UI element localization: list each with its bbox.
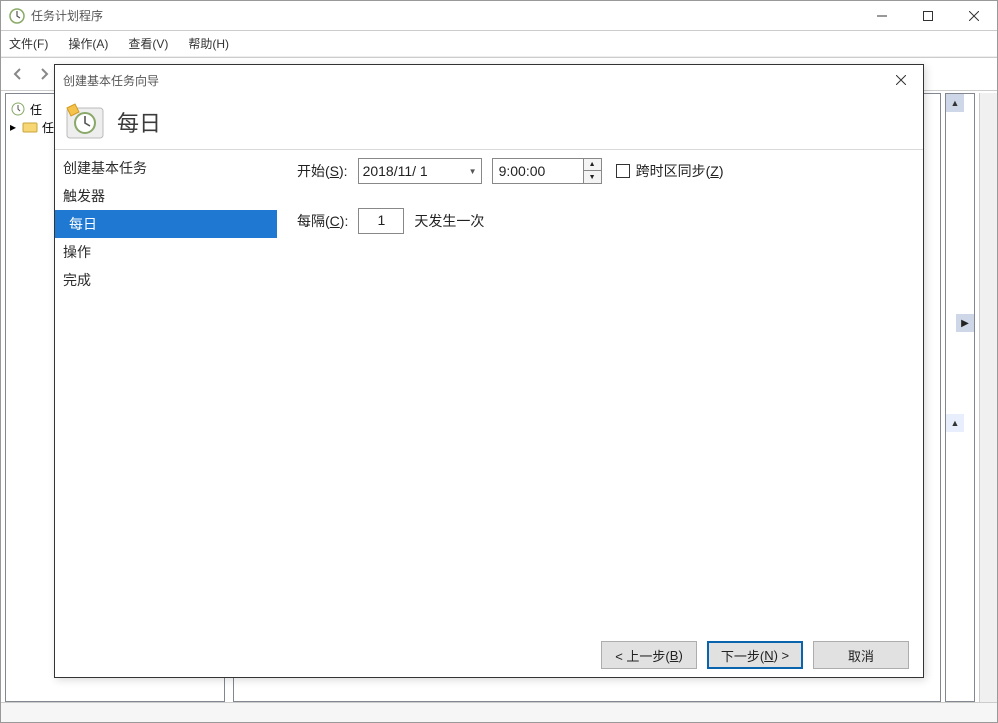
recur-days-input[interactable]: 1 (358, 208, 404, 234)
wizard-nav: 创建基本任务 触发器 每日 操作 完成 (55, 150, 277, 633)
actions-scroll-right[interactable]: ▶ (956, 314, 974, 332)
wizard-header: 每日 (55, 95, 923, 149)
time-spin-down[interactable]: ▼ (584, 171, 601, 183)
tree-library-label: 任 (42, 119, 54, 136)
outer-statusbar (1, 702, 997, 722)
nav-step-trigger[interactable]: 触发器 (55, 182, 277, 210)
minimize-icon (877, 11, 887, 21)
start-date-picker[interactable]: 2018/11/ 1 ▼ (358, 158, 482, 184)
nav-step-daily[interactable]: 每日 (55, 210, 277, 238)
time-spin-up[interactable]: ▲ (584, 159, 601, 171)
create-basic-task-wizard: 创建基本任务向导 每日 创建基本任务 触发器 每日 操作 完成 开始(S): (54, 64, 924, 678)
maximize-icon (923, 11, 933, 21)
menu-file[interactable]: 文件(F) (9, 35, 48, 52)
actions-pane: ▲ ▶ ▲ (945, 93, 975, 702)
recur-suffix: 天发生一次 (414, 211, 484, 231)
outer-menubar: 文件(F) 操作(A) 查看(V) 帮助(H) (1, 31, 997, 57)
menu-view[interactable]: 查看(V) (128, 35, 168, 52)
outer-title-text: 任务计划程序 (31, 7, 859, 24)
back-button[interactable]: < 上一步(B) (601, 641, 697, 669)
menu-action[interactable]: 操作(A) (68, 35, 108, 52)
nav-step-finish[interactable]: 完成 (55, 266, 277, 294)
tree-expand-icon[interactable]: ▸ (10, 120, 22, 134)
start-label: 开始(S): (297, 161, 348, 181)
sync-timezones-label: 跨时区同步(Z) (636, 161, 724, 181)
clock-icon (10, 101, 26, 117)
arrow-left-icon (10, 66, 26, 82)
toolbar-forward-button[interactable] (33, 63, 55, 85)
maximize-button[interactable] (905, 1, 951, 31)
wizard-header-title: 每日 (117, 106, 161, 138)
clock-icon (9, 8, 25, 24)
start-time-value: 9:00:00 (493, 163, 583, 179)
recur-row: 每隔(C): 1 天发生一次 (297, 208, 911, 234)
close-icon (896, 75, 906, 85)
wizard-titlebar: 创建基本任务向导 (55, 65, 923, 95)
folder-icon (22, 119, 38, 135)
wizard-title: 创建基本任务向导 (63, 72, 887, 89)
wizard-footer: < 上一步(B) 下一步(N) > 取消 (55, 633, 923, 677)
nav-step-create[interactable]: 创建基本任务 (55, 154, 277, 182)
wizard-header-icon (65, 102, 105, 142)
cancel-button[interactable]: 取消 (813, 641, 909, 669)
window-controls (859, 1, 997, 30)
toolbar-back-button[interactable] (7, 63, 29, 85)
minimize-button[interactable] (859, 1, 905, 31)
menu-help[interactable]: 帮助(H) (188, 35, 229, 52)
outer-scrollbar[interactable] (979, 93, 997, 702)
chevron-down-icon: ▼ (469, 167, 477, 176)
recur-label: 每隔(C): (297, 211, 348, 231)
time-spinner: ▲ ▼ (583, 159, 601, 183)
tree-root-label: 任 (30, 101, 42, 118)
actions-scroll-up[interactable]: ▲ (946, 94, 964, 112)
close-button[interactable] (951, 1, 997, 31)
start-date-value: 2018/11/ 1 (363, 163, 428, 179)
sync-timezones-checkbox[interactable] (616, 164, 630, 178)
arrow-right-icon (36, 66, 52, 82)
outer-titlebar: 任务计划程序 (1, 1, 997, 31)
start-row: 开始(S): 2018/11/ 1 ▼ 9:00:00 ▲ ▼ 跨时区同步(Z) (297, 158, 911, 184)
next-button[interactable]: 下一步(N) > (707, 641, 803, 669)
close-icon (969, 11, 979, 21)
wizard-daily-page: 开始(S): 2018/11/ 1 ▼ 9:00:00 ▲ ▼ 跨时区同步(Z) (277, 150, 923, 633)
wizard-body: 创建基本任务 触发器 每日 操作 完成 开始(S): 2018/11/ 1 ▼ … (55, 150, 923, 633)
actions-scroll-up2[interactable]: ▲ (946, 414, 964, 432)
nav-step-action[interactable]: 操作 (55, 238, 277, 266)
wizard-close-button[interactable] (887, 69, 915, 91)
start-time-picker[interactable]: 9:00:00 ▲ ▼ (492, 158, 602, 184)
